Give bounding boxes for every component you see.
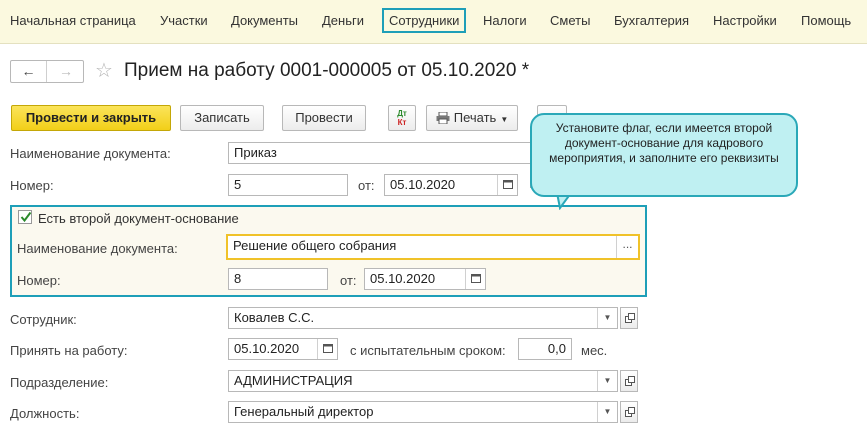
- hint-tooltip: Установите флаг, если имеется второй док…: [530, 113, 798, 197]
- open-icon: [625, 376, 635, 386]
- print-label: Печать: [453, 110, 497, 125]
- open-icon: [625, 407, 635, 417]
- nav-item-taxes[interactable]: Налоги: [483, 13, 527, 28]
- second-doc-number-label: Номер:: [17, 273, 61, 288]
- trial-unit: мес.: [581, 343, 608, 358]
- nav-item-home[interactable]: Начальная страница: [10, 13, 136, 28]
- page-title: Прием на работу 0001-000005 от 05.10.202…: [124, 60, 530, 81]
- second-doc-checkbox[interactable]: [18, 210, 32, 224]
- calendar-icon[interactable]: [465, 269, 485, 289]
- number-input[interactable]: 5: [228, 174, 348, 196]
- select-dots-icon[interactable]: ...: [616, 236, 638, 258]
- chevron-down-icon[interactable]: ▼: [597, 402, 617, 422]
- print-button[interactable]: Печать ▼: [426, 105, 518, 131]
- date-label: от:: [358, 178, 375, 193]
- hire-date-label: Принять на работу:: [10, 343, 128, 358]
- open-department-button[interactable]: [620, 370, 638, 392]
- department-value: АДМИНИСТРАЦИЯ: [234, 373, 353, 388]
- date-value: 05.10.2020: [390, 177, 456, 192]
- favorite-star-icon[interactable]: ☆: [95, 58, 113, 83]
- hire-date-input[interactable]: 05.10.2020: [228, 338, 338, 360]
- open-icon: [625, 313, 635, 323]
- hint-tooltip-text: Установите флаг, если имеется второй док…: [549, 121, 779, 165]
- calendar-icon[interactable]: [497, 175, 517, 195]
- doc-name-input[interactable]: Приказ: [228, 142, 538, 164]
- second-doc-date-label: от:: [340, 273, 357, 288]
- number-label: Номер:: [10, 178, 54, 193]
- second-doc-name-label: Наименование документа:: [17, 241, 178, 256]
- nav-item-sites[interactable]: Участки: [160, 13, 208, 28]
- save-button[interactable]: Записать: [180, 105, 264, 131]
- department-label: Подразделение:: [10, 375, 109, 390]
- checkmark-icon: [20, 211, 32, 223]
- chevron-down-icon[interactable]: ▼: [597, 371, 617, 391]
- chevron-down-icon[interactable]: ▼: [597, 308, 617, 328]
- open-position-button[interactable]: [620, 401, 638, 423]
- chevron-down-icon: ▼: [500, 115, 509, 124]
- nav-item-employees[interactable]: Сотрудники: [382, 8, 467, 33]
- nav-item-settings[interactable]: Настройки: [713, 13, 777, 28]
- second-doc-name-value: Решение общего собрания: [233, 238, 397, 253]
- nav-item-estimates[interactable]: Сметы: [550, 13, 590, 28]
- trial-input[interactable]: 0,0: [518, 338, 572, 360]
- printer-icon: [436, 112, 450, 124]
- back-arrow-icon[interactable]: ←: [11, 61, 47, 82]
- kt-label: Кт: [397, 118, 407, 127]
- nav-item-documents[interactable]: Документы: [231, 13, 298, 28]
- dt-label: Дт: [397, 109, 407, 118]
- hire-date-value: 05.10.2020: [234, 341, 300, 356]
- department-input[interactable]: АДМИНИСТРАЦИЯ ▼: [228, 370, 618, 392]
- employee-input[interactable]: Ковалев С.С. ▼: [228, 307, 618, 329]
- calendar-icon[interactable]: [317, 339, 337, 359]
- doc-name-label: Наименование документа:: [10, 146, 171, 161]
- date-input[interactable]: 05.10.2020: [384, 174, 518, 196]
- trial-label: с испытательным сроком:: [350, 343, 506, 358]
- nav-item-money[interactable]: Деньги: [322, 13, 364, 28]
- second-doc-date-value: 05.10.2020: [370, 271, 436, 286]
- second-doc-number-input[interactable]: 8: [228, 268, 328, 290]
- second-doc-checkbox-label[interactable]: Есть второй документ-основание: [38, 211, 239, 226]
- post-and-close-button[interactable]: Провести и закрыть: [11, 105, 171, 131]
- dt-kt-button[interactable]: Дт Кт: [388, 105, 416, 131]
- nav-item-help[interactable]: Помощь: [801, 13, 851, 28]
- employee-value: Ковалев С.С.: [234, 310, 315, 325]
- open-employee-button[interactable]: [620, 307, 638, 329]
- position-value: Генеральный директор: [234, 404, 374, 419]
- second-doc-date-input[interactable]: 05.10.2020: [364, 268, 486, 290]
- top-nav: Начальная страница Участки Документы Ден…: [0, 0, 867, 44]
- post-button[interactable]: Провести: [282, 105, 366, 131]
- nav-item-accounting[interactable]: Бухгалтерия: [614, 13, 689, 28]
- position-input[interactable]: Генеральный директор ▼: [228, 401, 618, 423]
- employee-label: Сотрудник:: [10, 312, 77, 327]
- forward-arrow-icon[interactable]: →: [48, 61, 84, 82]
- position-label: Должность:: [10, 406, 80, 421]
- history-nav: ← →: [10, 60, 84, 83]
- second-doc-name-input[interactable]: Решение общего собрания ...: [226, 234, 640, 260]
